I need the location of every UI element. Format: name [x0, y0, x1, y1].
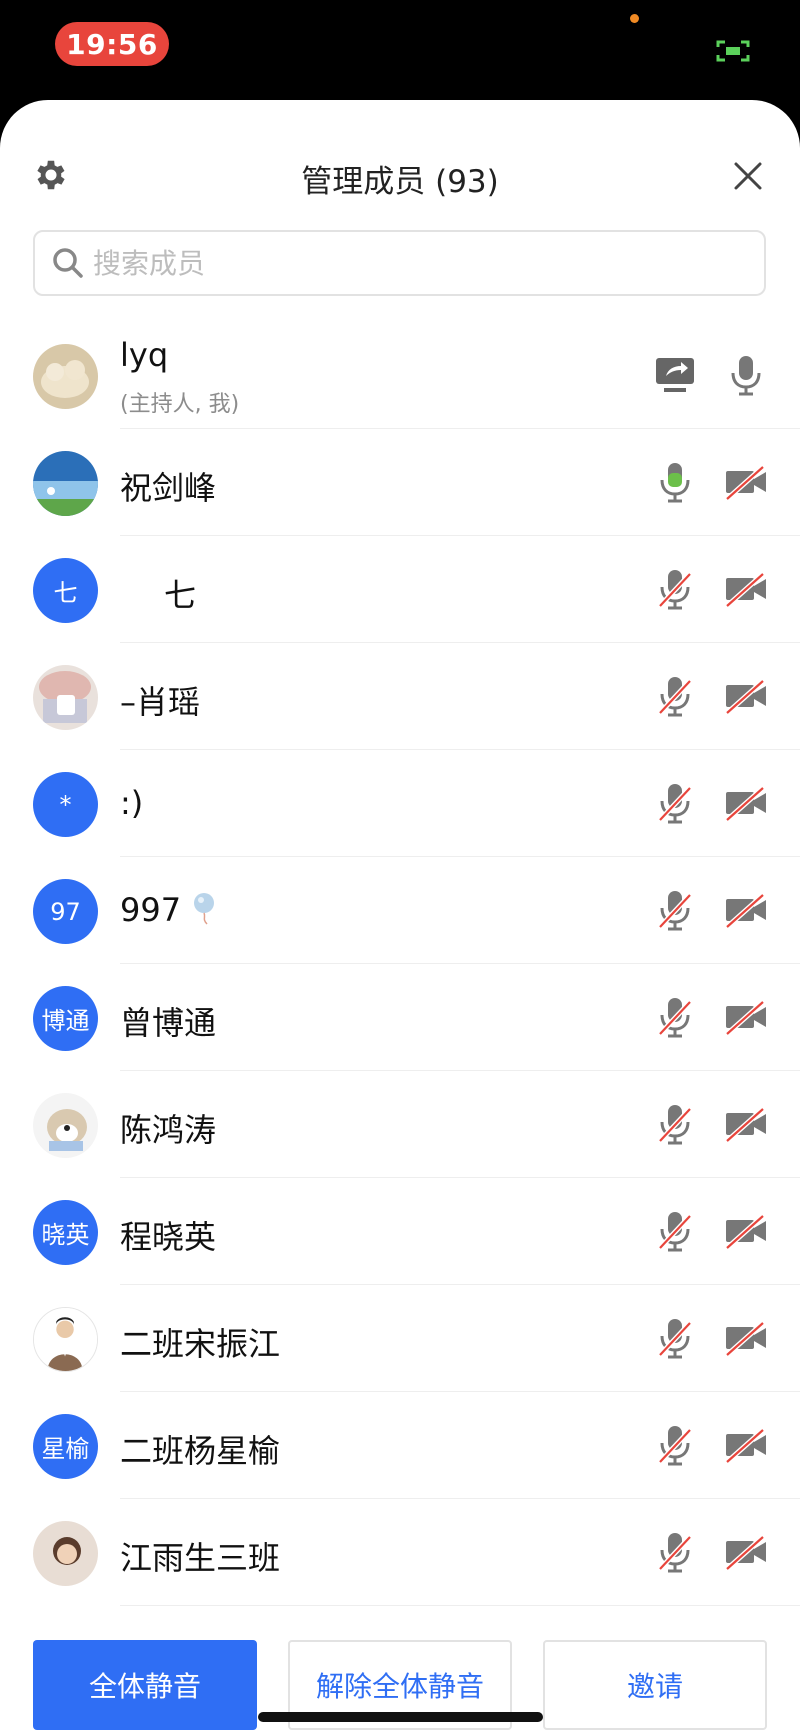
mic-off-icon[interactable]	[652, 566, 698, 612]
member-row[interactable]: –肖瑶	[0, 643, 800, 750]
member-name: 二班宋振江	[120, 1325, 281, 1363]
member-row[interactable]: 晓英 程晓英	[0, 1178, 800, 1285]
avatar	[33, 344, 98, 409]
member-row[interactable]: 陈鸿涛	[0, 1071, 800, 1178]
member-row[interactable]: 七 七	[0, 536, 800, 643]
avatar	[33, 665, 98, 730]
status-bar: 19:56	[0, 0, 800, 100]
camera-off-icon[interactable]	[723, 1208, 769, 1254]
avatar: 97	[33, 879, 98, 944]
camera-off-icon[interactable]	[723, 1529, 769, 1575]
member-name: 二班杨星榆	[120, 1432, 281, 1470]
manage-members-sheet: 管理成员 (93) lyq (主持人, 我)	[0, 100, 800, 1734]
home-indicator[interactable]	[258, 1712, 543, 1722]
avatar-photo-icon	[33, 344, 98, 409]
mic-off-icon[interactable]	[652, 780, 698, 826]
camera-off-icon[interactable]	[723, 673, 769, 719]
member-name: 曾博通	[120, 1004, 217, 1042]
mic-icon[interactable]	[723, 352, 769, 398]
mic-active-icon[interactable]	[652, 459, 698, 505]
screen-mirror-icon	[716, 40, 750, 62]
member-row[interactable]: 博通 曾博通	[0, 964, 800, 1071]
avatar-photo-icon	[33, 1521, 98, 1586]
member-name: 程晓英	[120, 1218, 217, 1256]
camera-off-icon[interactable]	[723, 887, 769, 933]
member-role: (主持人, 我)	[120, 392, 240, 417]
page-title: 管理成员 (93)	[301, 164, 499, 200]
mute-all-button[interactable]: 全体静音	[33, 1640, 257, 1730]
mic-off-icon[interactable]	[652, 673, 698, 719]
member-row[interactable]: 江雨生三班	[0, 1499, 800, 1606]
search-input[interactable]	[93, 246, 733, 280]
avatar	[33, 1307, 98, 1372]
avatar	[33, 1093, 98, 1158]
mic-off-icon[interactable]	[652, 1422, 698, 1468]
member-name: 陈鸿涛	[120, 1111, 217, 1149]
mic-off-icon[interactable]	[652, 887, 698, 933]
member-list[interactable]: lyq (主持人, 我) 祝剑峰 七 七 –肖瑶 *:) 97 997 博通 …	[0, 322, 800, 1640]
camera-indicator-dot	[630, 14, 639, 23]
search-bar[interactable]	[33, 230, 766, 296]
camera-off-icon[interactable]	[723, 1101, 769, 1147]
avatar-photo-icon	[33, 665, 98, 730]
camera-off-icon[interactable]	[723, 459, 769, 505]
invite-button[interactable]: 邀请	[543, 1640, 767, 1730]
mic-off-icon[interactable]	[652, 1208, 698, 1254]
mic-off-icon[interactable]	[652, 1315, 698, 1361]
camera-off-icon[interactable]	[723, 994, 769, 1040]
member-name: lyq	[120, 336, 169, 374]
camera-off-icon[interactable]	[723, 780, 769, 826]
member-name: 997	[120, 891, 221, 929]
member-row[interactable]: 二班宋振江	[0, 1285, 800, 1392]
status-time: 19:56	[55, 22, 169, 66]
avatar-photo-icon	[34, 1308, 97, 1371]
member-name: 七	[164, 576, 197, 614]
avatar: 博通	[33, 986, 98, 1051]
camera-off-icon[interactable]	[723, 1315, 769, 1361]
member-row[interactable]: 星榆 二班杨星榆	[0, 1392, 800, 1499]
member-name: :)	[120, 784, 144, 822]
member-name: –肖瑶	[120, 683, 201, 721]
balloon-emoji-icon	[194, 893, 215, 925]
avatar: 星榆	[33, 1414, 98, 1479]
avatar: *	[33, 772, 98, 837]
avatar-photo-icon	[33, 451, 98, 516]
member-row[interactable]: 97 997	[0, 857, 800, 964]
search-icon	[53, 248, 83, 278]
camera-off-icon[interactable]	[723, 1422, 769, 1468]
avatar	[33, 451, 98, 516]
member-name: 江雨生三班	[120, 1539, 281, 1577]
mic-off-icon[interactable]	[652, 1529, 698, 1575]
avatar: 七	[33, 558, 98, 623]
close-icon[interactable]	[730, 158, 766, 194]
mic-off-icon[interactable]	[652, 994, 698, 1040]
avatar-photo-icon	[33, 1093, 98, 1158]
avatar	[33, 1521, 98, 1586]
mic-off-icon[interactable]	[652, 1101, 698, 1147]
camera-off-icon[interactable]	[723, 566, 769, 612]
share-screen-icon[interactable]	[652, 352, 698, 398]
member-name: 祝剑峰	[120, 469, 217, 507]
member-name-text: 997	[120, 891, 182, 929]
member-row[interactable]: * :)	[0, 750, 800, 857]
member-row[interactable]: 祝剑峰	[0, 429, 800, 536]
member-row-lyq[interactable]: lyq (主持人, 我)	[0, 322, 800, 429]
avatar: 晓英	[33, 1200, 98, 1265]
